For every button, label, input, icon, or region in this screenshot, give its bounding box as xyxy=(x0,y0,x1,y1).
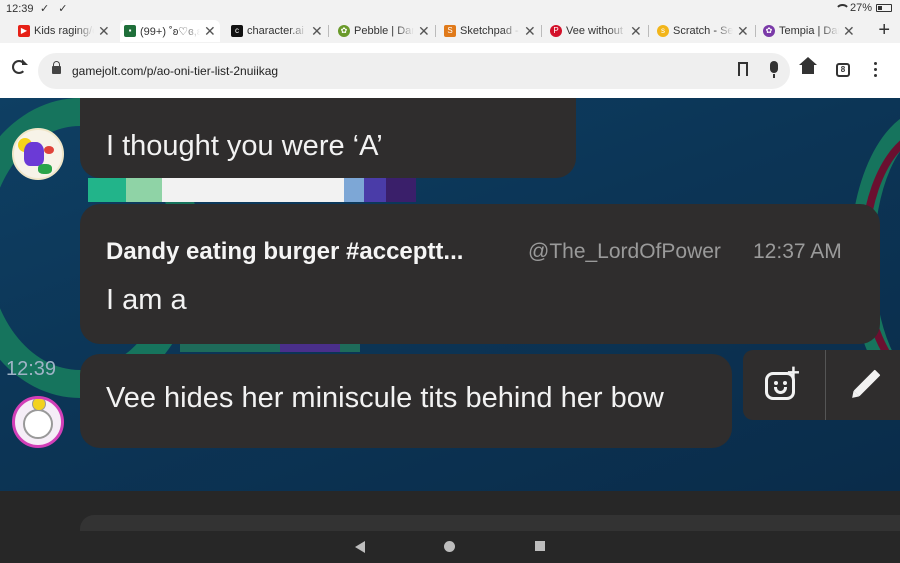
address-bar[interactable]: gamejolt.com/p/ao-oni-tier-list-2nuiikag xyxy=(38,53,790,89)
tab-3[interactable]: ✿ Pebble | Dand ✕ xyxy=(338,20,430,42)
tab-label: character.ai | xyxy=(247,25,307,37)
tab-separator xyxy=(755,25,756,37)
close-icon[interactable]: ✕ xyxy=(311,24,323,38)
tab-separator xyxy=(541,25,542,37)
pinterest-icon: P xyxy=(550,25,562,37)
tab-strip: ▶ Kids raging/c ✕ ▪ (99+) ˚ʚ♡ɞ,ʚᐪ ✕ c ch… xyxy=(0,18,900,43)
home-icon[interactable] xyxy=(799,57,817,74)
back-icon[interactable] xyxy=(355,541,365,553)
background-stripe xyxy=(364,178,386,202)
add-reaction-button[interactable]: + xyxy=(765,362,803,404)
close-icon[interactable]: ✕ xyxy=(737,24,749,38)
tab-0[interactable]: ▶ Kids raging/c ✕ xyxy=(18,20,110,42)
close-icon[interactable]: ✕ xyxy=(204,24,216,38)
youtube-icon: ▶ xyxy=(18,25,30,37)
tab-2[interactable]: c character.ai | ✕ xyxy=(231,20,323,42)
plus-icon: + xyxy=(787,360,800,385)
background-stripe xyxy=(126,178,162,202)
tab-1[interactable]: ▪ (99+) ˚ʚ♡ɞ,ʚᐪ ✕ xyxy=(120,20,220,42)
tab-label: Vee without h xyxy=(566,25,626,37)
lock-icon[interactable] xyxy=(52,61,61,74)
message-bubble[interactable]: Vee hides her miniscule tits behind her … xyxy=(80,354,732,448)
close-icon[interactable]: ✕ xyxy=(843,24,855,38)
close-icon[interactable]: ✕ xyxy=(98,24,110,38)
microphone-icon[interactable] xyxy=(770,61,778,78)
message-text: I thought you were ‘A’ xyxy=(106,130,383,162)
tab-switcher-button[interactable]: 8 xyxy=(836,63,850,77)
menu-kebab-icon[interactable] xyxy=(874,62,878,78)
recents-icon[interactable] xyxy=(535,541,545,551)
avatar[interactable] xyxy=(12,128,64,180)
new-tab-plus-icon[interactable]: + xyxy=(878,19,890,41)
status-time: 12:39 xyxy=(6,3,34,15)
status-right: 27% xyxy=(834,2,892,14)
tab-6[interactable]: s Scratch - Sear ✕ xyxy=(657,20,749,42)
tab-5[interactable]: P Vee without h ✕ xyxy=(550,20,642,42)
flower-icon: ✿ xyxy=(338,25,350,37)
pencil-icon xyxy=(853,369,881,397)
system-nav-bar xyxy=(0,531,900,563)
scratch-icon: s xyxy=(657,25,669,37)
composer-area xyxy=(0,491,900,545)
battery-icon xyxy=(876,4,892,12)
tab-separator xyxy=(648,25,649,37)
message-author[interactable]: Dandy eating burger #acceptt... xyxy=(106,238,463,266)
message-text: I am a xyxy=(106,284,187,316)
tab-label: Pebble | Dand xyxy=(354,25,414,37)
close-icon[interactable]: ✕ xyxy=(418,24,430,38)
close-icon[interactable]: ✕ xyxy=(524,24,536,38)
avatar[interactable] xyxy=(12,396,64,448)
home-circle-icon[interactable] xyxy=(444,541,455,552)
status-bar: 12:39 ✓ ✓ 27% xyxy=(0,0,900,18)
tab-label: Sketchpad - D xyxy=(460,25,520,37)
bookmark-icon[interactable] xyxy=(738,62,748,80)
flower-icon: ✿ xyxy=(763,25,775,37)
tab-label: Tempia | Dand xyxy=(779,25,839,37)
browser-toolbar: gamejolt.com/p/ao-oni-tier-list-2nuiikag… xyxy=(0,43,900,98)
close-icon[interactable]: ✕ xyxy=(630,24,642,38)
url-text[interactable]: gamejolt.com/p/ao-oni-tier-list-2nuiikag xyxy=(72,64,278,78)
wifi-icon xyxy=(834,3,850,13)
c-ai-icon: c xyxy=(231,25,243,37)
reload-icon[interactable] xyxy=(12,59,28,74)
chat-view: I thought you were ‘A’ Dandy eating burg… xyxy=(0,98,900,491)
message-handle[interactable]: @The_LordOfPower xyxy=(528,240,721,264)
background-stripe xyxy=(88,178,126,202)
tab-4[interactable]: S Sketchpad - D ✕ xyxy=(444,20,536,42)
tab-label: (99+) ˚ʚ♡ɞ,ʚᐪ xyxy=(140,25,200,38)
sketchpad-icon: S xyxy=(444,25,456,37)
notification-check-icons: ✓ ✓ xyxy=(40,3,71,15)
background-stripe xyxy=(162,178,344,202)
divider xyxy=(825,350,826,420)
message-bubble[interactable]: Dandy eating burger #acceptt... @The_Lor… xyxy=(80,204,880,344)
tab-separator xyxy=(328,25,329,37)
edit-message-button[interactable] xyxy=(849,366,885,402)
background-stripe xyxy=(386,178,416,202)
message-text: Vee hides her miniscule tits behind her … xyxy=(106,382,664,414)
message-bubble[interactable]: I thought you were ‘A’ xyxy=(80,98,576,178)
message-timestamp: 12:37 AM xyxy=(753,240,842,263)
background-stripe xyxy=(344,178,364,202)
tab-label: Scratch - Sear xyxy=(673,25,733,37)
tab-7[interactable]: ✿ Tempia | Dand ✕ xyxy=(763,20,855,42)
battery-percent: 27% xyxy=(849,2,872,14)
message-actions: + xyxy=(743,350,900,420)
tab-label: Kids raging/c xyxy=(34,25,94,37)
message-time-label: 12:39 xyxy=(6,358,57,380)
tab-separator xyxy=(435,25,436,37)
pixel-icon: ▪ xyxy=(124,25,136,37)
